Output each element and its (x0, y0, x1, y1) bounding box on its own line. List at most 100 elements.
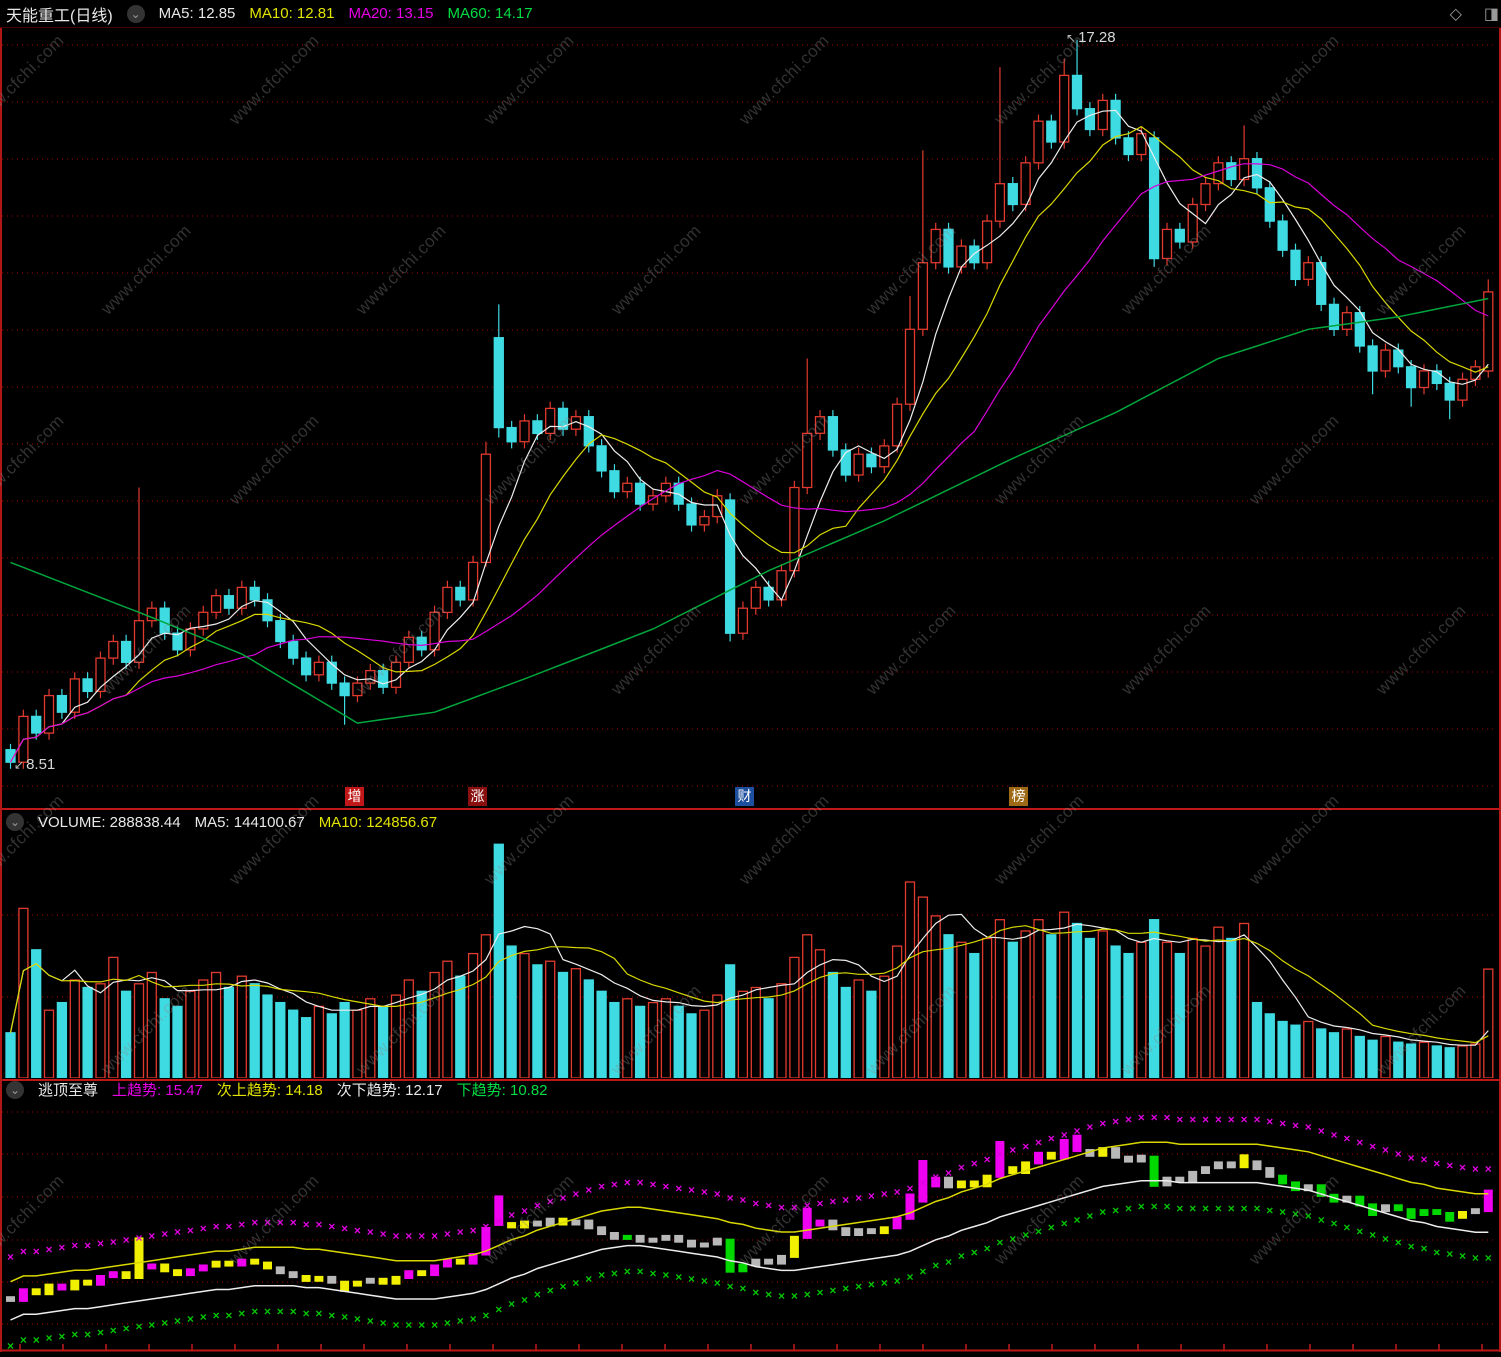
svg-text:×: × (547, 1283, 554, 1297)
ad-badge[interactable]: 财 (735, 787, 754, 806)
svg-text:×: × (1099, 1205, 1106, 1219)
svg-text:×: × (752, 1197, 759, 1211)
svg-text:×: × (559, 1280, 566, 1294)
svg-text:×: × (1433, 1245, 1440, 1259)
main-candlestick-chart[interactable] (0, 28, 1501, 810)
svg-text:×: × (277, 1304, 284, 1318)
svg-text:×: × (1125, 1113, 1132, 1127)
svg-text:×: × (804, 1199, 811, 1213)
svg-text:×: × (354, 1312, 361, 1326)
svg-text:×: × (444, 1316, 451, 1330)
ma60-value: MA60: 14.17 (447, 5, 533, 22)
svg-text:×: × (1022, 1139, 1029, 1153)
chevron-down-icon[interactable]: ⌄ (126, 4, 145, 23)
volume-ma10-value: MA10: 124856.67 (318, 813, 438, 831)
volume-value: VOLUME: 288838.44 (38, 813, 181, 831)
svg-text:×: × (392, 1229, 399, 1243)
svg-text:×: × (225, 1308, 232, 1322)
svg-text:×: × (547, 1195, 554, 1209)
svg-text:×: × (482, 1308, 489, 1322)
svg-text:×: × (675, 1270, 682, 1284)
svg-text:×: × (290, 1216, 297, 1230)
svg-text:×: × (611, 1266, 618, 1280)
svg-text:×: × (161, 1227, 168, 1241)
chevron-down-icon[interactable]: ⌄ (6, 1080, 24, 1099)
svg-text:×: × (1408, 1151, 1415, 1165)
stock-title: 天能重工(日线) (6, 7, 113, 25)
svg-text:×: × (1241, 1201, 1248, 1215)
svg-text:×: × (303, 1218, 310, 1232)
svg-text:×: × (444, 1227, 451, 1241)
svg-text:×: × (110, 1324, 117, 1338)
svg-text:×: × (1176, 1113, 1183, 1127)
svg-text:×: × (1420, 1241, 1427, 1255)
svg-text:×: × (200, 1310, 207, 1324)
svg-text:×: × (1073, 1124, 1080, 1138)
svg-text:×: × (996, 1147, 1003, 1161)
svg-text:×: × (971, 1245, 978, 1259)
svg-text:×: × (945, 1166, 952, 1180)
svg-text:×: × (200, 1221, 207, 1235)
sub-down-trend-value: 次下趋势: 12.17 (336, 1082, 443, 1099)
svg-text:×: × (765, 1287, 772, 1301)
svg-text:×: × (855, 1191, 862, 1205)
svg-text:×: × (495, 1303, 502, 1317)
svg-text:×: × (1189, 1201, 1196, 1215)
svg-text:×: × (1266, 1203, 1273, 1217)
svg-text:×: × (932, 1170, 939, 1184)
svg-text:×: × (662, 1268, 669, 1282)
svg-text:×: × (354, 1223, 361, 1237)
svg-text:×: × (1395, 1147, 1402, 1161)
svg-text:×: × (1215, 1201, 1222, 1215)
svg-text:×: × (187, 1223, 194, 1237)
trend-indicator-chart[interactable]: × × × × × × × × × × × × × × × × × × × × × × × × × × × × × × × × × × × × × × × ×… (0, 1098, 1501, 1356)
ad-badge[interactable]: 增 (345, 787, 364, 806)
volume-chart[interactable] (0, 833, 1501, 1078)
svg-text:×: × (829, 1283, 836, 1297)
svg-text:×: × (637, 1176, 644, 1190)
chevron-glyph: ⌄ (130, 6, 141, 21)
chevron-down-icon[interactable]: ⌄ (6, 813, 24, 831)
svg-text:×: × (816, 1285, 823, 1299)
svg-text:×: × (303, 1306, 310, 1320)
svg-text:×: × (714, 1187, 721, 1201)
svg-text:×: × (958, 1160, 965, 1174)
diamond-icon[interactable]: ◇ (1450, 4, 1462, 24)
svg-text:×: × (1035, 1136, 1042, 1150)
svg-text:×: × (1099, 1116, 1106, 1130)
svg-text:×: × (649, 1178, 656, 1192)
chevron-glyph: ⌄ (9, 1082, 21, 1097)
svg-text:×: × (238, 1218, 245, 1232)
svg-text:×: × (58, 1241, 65, 1255)
left-border (0, 28, 2, 1352)
svg-text:×: × (264, 1304, 271, 1318)
svg-text:×: × (1279, 1116, 1286, 1130)
svg-text:×: × (1343, 1132, 1350, 1146)
svg-text:×: × (534, 1199, 541, 1213)
svg-text:×: × (842, 1282, 849, 1296)
svg-text:×: × (1369, 1228, 1376, 1242)
svg-text:×: × (752, 1285, 759, 1299)
svg-text:×: × (1472, 1251, 1479, 1265)
svg-text:×: × (1318, 1213, 1325, 1227)
svg-text:×: × (829, 1195, 836, 1209)
ad-badge[interactable]: 榜 (1009, 787, 1028, 806)
ad-badge[interactable]: 涨 (468, 787, 487, 806)
svg-text:×: × (816, 1197, 823, 1211)
svg-text:×: × (71, 1327, 78, 1341)
svg-text:×: × (1266, 1115, 1273, 1129)
svg-text:×: × (213, 1220, 220, 1234)
svg-text:×: × (1163, 1199, 1170, 1213)
svg-text:×: × (1035, 1224, 1042, 1238)
svg-text:×: × (1151, 1199, 1158, 1213)
svg-text:×: × (778, 1289, 785, 1303)
split-window-icon[interactable]: ◨ (1484, 4, 1499, 24)
svg-text:×: × (1125, 1201, 1132, 1215)
svg-text:×: × (1228, 1113, 1235, 1127)
svg-text:×: × (341, 1221, 348, 1235)
svg-text:×: × (315, 1306, 322, 1320)
svg-text:×: × (688, 1272, 695, 1286)
sub-up-trend-value: 次上趋势: 14.18 (216, 1082, 323, 1099)
svg-text:×: × (842, 1193, 849, 1207)
svg-text:×: × (739, 1193, 746, 1207)
